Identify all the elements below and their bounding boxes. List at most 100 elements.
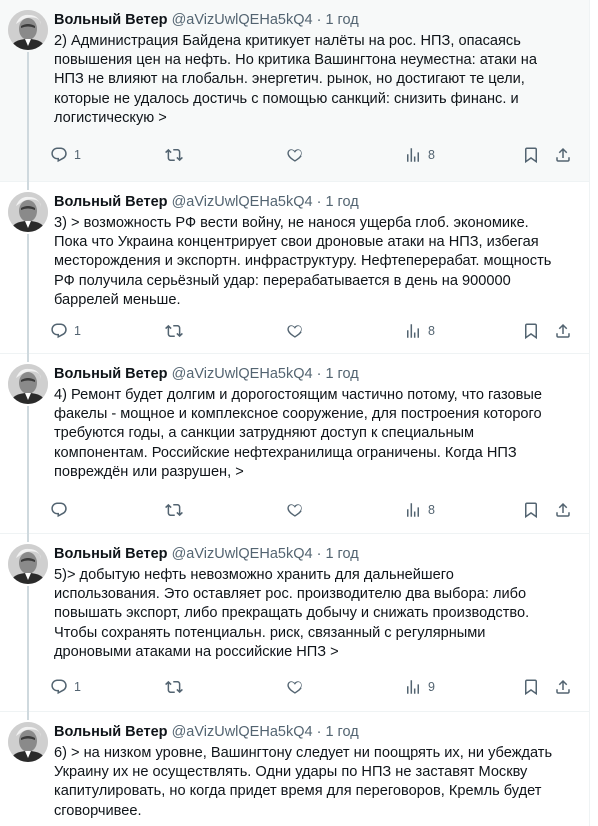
thread-line bbox=[27, 406, 29, 534]
views-icon bbox=[407, 503, 419, 517]
avatar[interactable] bbox=[8, 364, 48, 404]
share-button[interactable] bbox=[554, 675, 572, 699]
tweet-actions: 1 8 bbox=[50, 143, 578, 167]
thread-line bbox=[27, 234, 29, 354]
like-button[interactable] bbox=[286, 498, 310, 522]
retweet-button[interactable] bbox=[165, 143, 189, 167]
reply-button[interactable]: 1 bbox=[50, 143, 81, 167]
thread-line bbox=[27, 712, 29, 720]
thread-timeline: Вольный Ветер @aVizUwlQEHa5kQ4 · 1 год 2… bbox=[0, 0, 590, 826]
views-button[interactable]: 8 bbox=[404, 319, 435, 343]
timestamp[interactable]: 1 год bbox=[325, 366, 358, 382]
tweet-header: Вольный Ветер @aVizUwlQEHa5kQ4 · 1 год bbox=[54, 192, 359, 212]
tweet[interactable]: Вольный Ветер @aVizUwlQEHa5kQ4 · 1 год 2… bbox=[0, 0, 590, 182]
tweet[interactable]: Вольный Ветер @aVizUwlQEHa5kQ4 · 1 год 5… bbox=[0, 534, 590, 712]
reply-button[interactable] bbox=[50, 498, 74, 522]
views-button[interactable]: 9 bbox=[404, 675, 435, 699]
timestamp[interactable]: 1 год bbox=[325, 12, 358, 28]
timestamp[interactable]: 1 год bbox=[325, 724, 358, 740]
retweet-button[interactable] bbox=[165, 498, 189, 522]
like-button[interactable] bbox=[286, 319, 310, 343]
separator-dot: · bbox=[316, 12, 322, 28]
heart-icon bbox=[287, 681, 302, 694]
bookmark-button[interactable] bbox=[522, 319, 540, 343]
views-button[interactable]: 8 bbox=[404, 143, 435, 167]
reply-icon bbox=[51, 679, 67, 695]
reply-icon bbox=[51, 323, 67, 339]
avatar[interactable] bbox=[8, 544, 48, 584]
author-name[interactable]: Вольный Ветер bbox=[54, 366, 168, 382]
reply-button[interactable]: 1 bbox=[50, 319, 81, 343]
tweet-actions: 8 bbox=[50, 498, 578, 522]
author-handle[interactable]: @aVizUwlQEHa5kQ4 bbox=[172, 12, 313, 28]
avatar[interactable] bbox=[8, 192, 48, 232]
share-button[interactable] bbox=[554, 498, 572, 522]
tweet[interactable]: Вольный Ветер @aVizUwlQEHa5kQ4 · 1 год 3… bbox=[0, 182, 590, 354]
tweet-text: 5)> добытую нефть невозможно хранить для… bbox=[54, 567, 530, 660]
tweet-actions: 1 9 bbox=[50, 675, 578, 699]
avatar[interactable] bbox=[8, 722, 48, 762]
heart-icon bbox=[287, 504, 302, 517]
views-icon bbox=[407, 324, 419, 338]
tweet[interactable]: Вольный Ветер @aVizUwlQEHa5kQ4 · 1 год 6… bbox=[0, 712, 590, 826]
like-button[interactable] bbox=[286, 675, 310, 699]
retweet-icon bbox=[165, 680, 183, 694]
bookmark-button[interactable] bbox=[522, 675, 540, 699]
share-icon bbox=[556, 502, 570, 517]
tweet-text: 4) Ремонт будет долгим и дорогостоящим ч… bbox=[54, 387, 542, 480]
thread-line bbox=[27, 52, 29, 182]
author-handle[interactable]: @aVizUwlQEHa5kQ4 bbox=[172, 546, 313, 562]
reply-icon bbox=[51, 502, 67, 518]
retweet-button[interactable] bbox=[165, 319, 189, 343]
like-button[interactable] bbox=[286, 143, 310, 167]
share-button[interactable] bbox=[554, 143, 572, 167]
share-icon bbox=[556, 323, 570, 338]
bookmark-icon bbox=[525, 502, 537, 519]
retweet-icon bbox=[165, 324, 183, 338]
reply-count: 1 bbox=[74, 148, 81, 162]
bookmark-icon bbox=[525, 679, 537, 696]
author-handle[interactable]: @aVizUwlQEHa5kQ4 bbox=[172, 194, 313, 210]
separator-dot: · bbox=[316, 194, 322, 210]
bookmark-button[interactable] bbox=[522, 143, 540, 167]
views-icon bbox=[407, 680, 419, 694]
heart-icon bbox=[287, 325, 302, 338]
retweet-button[interactable] bbox=[165, 675, 189, 699]
tweet-text: 2) Администрация Байдена критикует налёт… bbox=[54, 33, 537, 126]
share-icon bbox=[556, 679, 570, 694]
heart-icon bbox=[287, 149, 302, 162]
views-count: 8 bbox=[428, 148, 435, 162]
author-name[interactable]: Вольный Ветер bbox=[54, 12, 168, 28]
author-name[interactable]: Вольный Ветер bbox=[54, 546, 168, 562]
views-button[interactable]: 8 bbox=[404, 498, 435, 522]
separator-dot: · bbox=[316, 724, 322, 740]
share-button[interactable] bbox=[554, 319, 572, 343]
avatar[interactable] bbox=[8, 10, 48, 50]
timestamp[interactable]: 1 год bbox=[325, 546, 358, 562]
thread-line bbox=[27, 182, 29, 190]
reply-count: 1 bbox=[74, 680, 81, 694]
author-handle[interactable]: @aVizUwlQEHa5kQ4 bbox=[172, 366, 313, 382]
thread-line bbox=[27, 586, 29, 712]
tweet-text: 3) > возможность РФ вести войну, не нано… bbox=[54, 215, 552, 308]
views-icon bbox=[407, 148, 419, 162]
tweet-header: Вольный Ветер @aVizUwlQEHa5kQ4 · 1 год bbox=[54, 364, 359, 384]
column-border bbox=[589, 0, 590, 826]
tweet[interactable]: Вольный Ветер @aVizUwlQEHa5kQ4 · 1 год 4… bbox=[0, 354, 590, 534]
reply-button[interactable]: 1 bbox=[50, 675, 81, 699]
thread-line bbox=[27, 354, 29, 362]
retweet-icon bbox=[165, 148, 183, 162]
tweet-actions: 1 8 bbox=[50, 319, 578, 343]
bookmark-icon bbox=[525, 323, 537, 340]
tweet-text: 6) > на низком уровне, Вашингтону следуе… bbox=[54, 745, 553, 819]
bookmark-icon bbox=[525, 147, 537, 164]
views-count: 9 bbox=[428, 680, 435, 694]
author-name[interactable]: Вольный Ветер bbox=[54, 724, 168, 740]
author-handle[interactable]: @aVizUwlQEHa5kQ4 bbox=[172, 724, 313, 740]
separator-dot: · bbox=[316, 366, 322, 382]
bookmark-button[interactable] bbox=[522, 498, 540, 522]
timestamp[interactable]: 1 год bbox=[325, 194, 358, 210]
separator-dot: · bbox=[316, 546, 322, 562]
author-name[interactable]: Вольный Ветер bbox=[54, 194, 168, 210]
tweet-header: Вольный Ветер @aVizUwlQEHa5kQ4 · 1 год bbox=[54, 10, 359, 30]
